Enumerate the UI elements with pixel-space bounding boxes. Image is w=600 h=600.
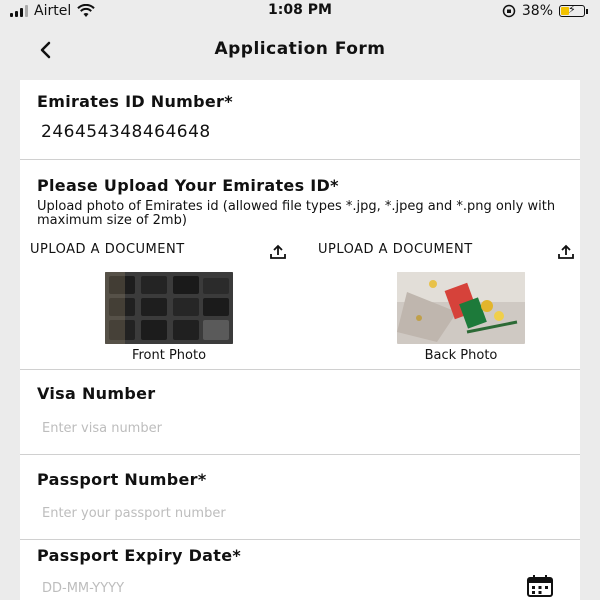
battery-nub (586, 8, 588, 14)
charging-bolt-icon: ⚡ (568, 3, 576, 16)
battery-icon: ⚡ (559, 3, 585, 17)
divider (20, 454, 580, 455)
upload-icon[interactable] (269, 244, 287, 260)
status-right: 38% ⚡ (502, 0, 588, 22)
battery-percent: 38% (521, 3, 553, 19)
back-upload: UPLOAD A DOCUMENT Back Photo (308, 242, 580, 372)
visa-number-label: Visa Number (37, 384, 156, 403)
emirates-id-value[interactable]: 246454348464648 (41, 122, 211, 142)
front-photo-thumbnail[interactable] (105, 272, 233, 344)
form-card: Emirates ID Number* 246454348464648 Plea… (20, 80, 580, 600)
divider (20, 539, 580, 540)
status-bar: Airtel 1:08 PM 38% ⚡ (0, 0, 600, 22)
upload-icon[interactable] (557, 244, 575, 260)
calendar-icon[interactable] (526, 575, 554, 597)
app-header: Application Form (0, 22, 600, 80)
divider (20, 369, 580, 370)
back-photo-caption: Back Photo (424, 348, 498, 363)
divider (20, 159, 580, 160)
passport-number-input[interactable] (40, 505, 544, 522)
orientation-lock-icon (502, 4, 516, 18)
upload-emirates-id-title: Please Upload Your Emirates ID* (37, 176, 339, 195)
upload-front-button[interactable]: UPLOAD A DOCUMENT (30, 242, 185, 257)
upload-back-button[interactable]: UPLOAD A DOCUMENT (318, 242, 473, 257)
passport-expiry-label: Passport Expiry Date* (37, 546, 242, 565)
upload-help-text: Upload photo of Emirates id (allowed fil… (37, 199, 556, 228)
page-title: Application Form (214, 39, 386, 59)
passport-expiry-input[interactable] (40, 580, 484, 597)
emirates-id-label: Emirates ID Number* (37, 92, 233, 111)
front-photo-caption: Front Photo (131, 348, 207, 363)
passport-number-label: Passport Number* (37, 470, 207, 489)
back-photo-thumbnail[interactable] (397, 272, 525, 344)
front-upload: UPLOAD A DOCUMENT Front Photo (20, 242, 300, 372)
visa-number-input[interactable] (40, 420, 544, 437)
